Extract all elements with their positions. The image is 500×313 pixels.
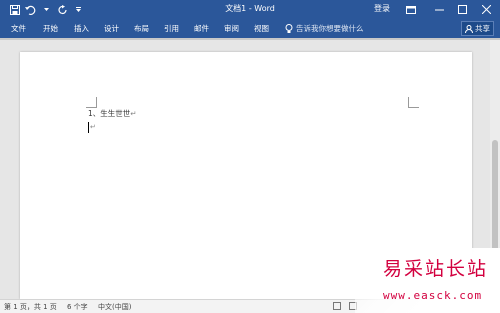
tab-insert[interactable]: 插入 xyxy=(74,23,89,34)
ribbon-display-options-button[interactable] xyxy=(400,0,422,19)
view-buttons xyxy=(333,302,357,310)
scrollbar-thumb[interactable] xyxy=(492,140,498,260)
lightbulb-icon xyxy=(285,23,293,33)
margin-corner-top-left xyxy=(86,97,97,108)
margin-corner-top-right xyxy=(408,97,419,108)
ribbon-tab-bar: 文件 开始 插入 设计 布局 引用 邮件 审阅 视图 告诉我你想要做什么 xyxy=(0,19,500,38)
read-mode-icon[interactable] xyxy=(333,302,341,310)
share-button[interactable]: 共享 xyxy=(461,21,494,36)
tab-view[interactable]: 视图 xyxy=(254,23,269,34)
minimize-button[interactable] xyxy=(428,0,450,19)
word-count[interactable]: 6 个字 xyxy=(67,301,88,313)
tab-file[interactable]: 文件 xyxy=(11,23,26,34)
tab-references[interactable]: 引用 xyxy=(164,23,179,34)
line-text: 1、生生世世 xyxy=(88,109,131,118)
tab-review[interactable]: 审阅 xyxy=(224,23,239,34)
maximize-icon xyxy=(457,5,467,14)
tell-me-label: 告诉我你想要做什么 xyxy=(296,24,364,33)
share-label: 共享 xyxy=(475,24,490,33)
watermark-url: www.easck.com xyxy=(383,289,483,302)
close-icon xyxy=(481,5,491,14)
empty-paragraph-mark: ↵ xyxy=(90,123,96,131)
tab-design[interactable]: 设计 xyxy=(104,23,119,34)
close-button[interactable] xyxy=(475,0,497,19)
person-icon xyxy=(465,24,473,33)
tell-me-box[interactable]: 告诉我你想要做什么 xyxy=(285,23,364,34)
minimize-icon xyxy=(434,9,444,11)
tab-mailings[interactable]: 邮件 xyxy=(194,23,209,34)
page-count[interactable]: 第 1 页，共 1 页 xyxy=(4,301,57,313)
tab-layout[interactable]: 布局 xyxy=(134,23,149,34)
window-title: 文档1 - Word xyxy=(225,4,275,13)
paragraph-mark: ↵ xyxy=(130,109,137,118)
watermark-text: 易采站长站 xyxy=(383,258,489,280)
tab-home[interactable]: 开始 xyxy=(43,23,58,34)
ribbon-options-icon xyxy=(406,5,416,14)
document-line[interactable]: 1、生生世世↵ xyxy=(88,108,137,119)
language-indicator[interactable]: 中文(中国) xyxy=(98,301,131,313)
login-link[interactable]: 登录 xyxy=(374,3,390,15)
title-bar: 文档1 - Word 登录 xyxy=(0,0,500,19)
text-cursor xyxy=(88,122,89,133)
maximize-button[interactable] xyxy=(451,0,473,19)
